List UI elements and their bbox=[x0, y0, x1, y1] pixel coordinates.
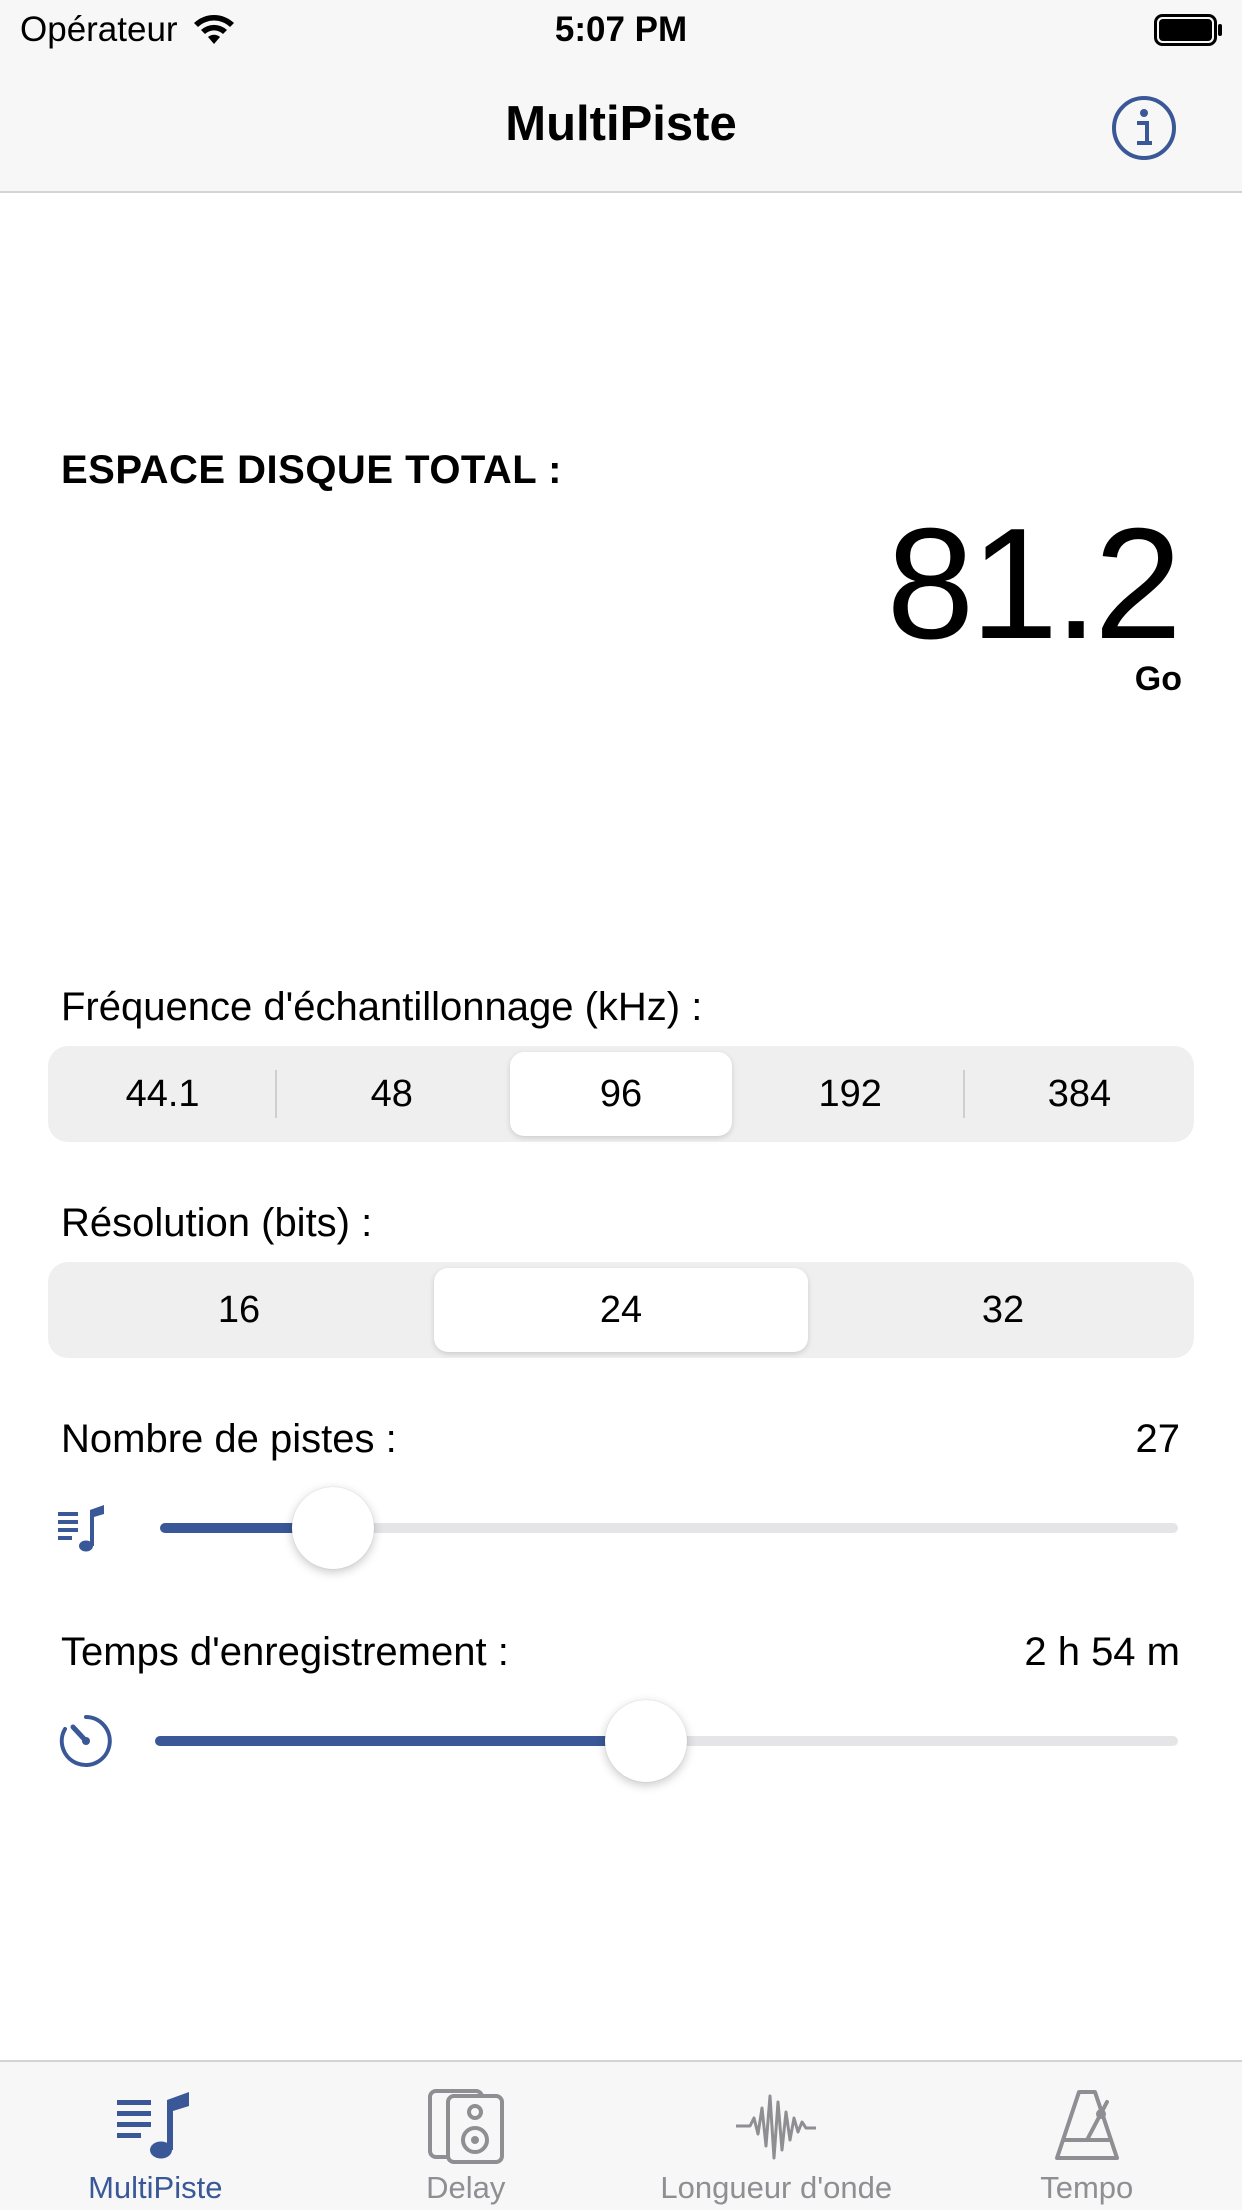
sample-rate-segmented-control: 44.1 48 96 192 384 bbox=[48, 1046, 1194, 1142]
tracks-value: 27 bbox=[1136, 1417, 1181, 1462]
battery-icon bbox=[1154, 14, 1224, 46]
resolution-option[interactable]: 32 bbox=[812, 1262, 1194, 1358]
info-icon[interactable] bbox=[1110, 94, 1178, 162]
tab-bar: MultiPiste Delay Longueur d'onde Tempo bbox=[0, 2060, 1242, 2210]
status-bar: Opérateur 5:07 PM bbox=[0, 0, 1242, 62]
resolution-segmented-control: 16 24 32 bbox=[48, 1262, 1194, 1358]
resolution-option[interactable]: 16 bbox=[48, 1262, 430, 1358]
record-time-value: 2 h 54 m bbox=[1024, 1630, 1180, 1675]
sample-rate-option[interactable]: 44.1 bbox=[48, 1046, 277, 1142]
tracks-slider-thumb[interactable] bbox=[292, 1487, 374, 1569]
sample-rate-option[interactable]: 48 bbox=[277, 1046, 506, 1142]
tab-multipiste[interactable]: MultiPiste bbox=[0, 2062, 311, 2210]
tracks-slider[interactable] bbox=[160, 1523, 1178, 1533]
resolution-label: Résolution (bits) : bbox=[61, 1201, 372, 1246]
music-list-icon bbox=[113, 2088, 197, 2164]
tracks-slider-row bbox=[0, 1488, 1242, 1568]
record-time-label: Temps d'enregistrement : bbox=[61, 1630, 509, 1675]
timer-icon bbox=[56, 1711, 116, 1771]
disk-space-unit: Go bbox=[1135, 660, 1182, 699]
disk-space-value: 81.2 bbox=[886, 505, 1178, 663]
record-time-slider-row bbox=[0, 1701, 1242, 1781]
sample-rate-label: Fréquence d'échantillonnage (kHz) : bbox=[61, 985, 702, 1030]
disk-space-label: ESPACE DISQUE TOTAL : bbox=[61, 448, 562, 493]
tab-longueur-onde[interactable]: Longueur d'onde bbox=[621, 2062, 932, 2210]
record-time-slider-thumb[interactable] bbox=[605, 1700, 687, 1782]
metronome-icon bbox=[1045, 2088, 1129, 2164]
page-title: MultiPiste bbox=[0, 96, 1242, 152]
resolution-option-selected[interactable]: 24 bbox=[430, 1262, 812, 1358]
tab-label: Delay bbox=[426, 2170, 505, 2206]
tracks-label: Nombre de pistes : bbox=[61, 1417, 397, 1462]
sample-rate-option[interactable]: 192 bbox=[736, 1046, 965, 1142]
record-time-slider[interactable] bbox=[155, 1736, 1178, 1746]
tab-label: MultiPiste bbox=[88, 2170, 222, 2206]
sample-rate-option[interactable]: 384 bbox=[965, 1046, 1194, 1142]
tab-tempo[interactable]: Tempo bbox=[932, 2062, 1242, 2210]
sample-rate-option-selected[interactable]: 96 bbox=[506, 1046, 735, 1142]
navigation-bar: MultiPiste bbox=[0, 62, 1242, 193]
tab-delay[interactable]: Delay bbox=[311, 2062, 622, 2210]
tab-label: Tempo bbox=[1040, 2170, 1133, 2206]
music-list-icon bbox=[56, 1498, 116, 1558]
tab-label: Longueur d'onde bbox=[660, 2170, 892, 2206]
status-time: 5:07 PM bbox=[0, 10, 1242, 50]
waveform-icon bbox=[734, 2088, 818, 2164]
speaker-icon bbox=[424, 2088, 508, 2164]
record-time-slider-fill bbox=[155, 1736, 646, 1746]
